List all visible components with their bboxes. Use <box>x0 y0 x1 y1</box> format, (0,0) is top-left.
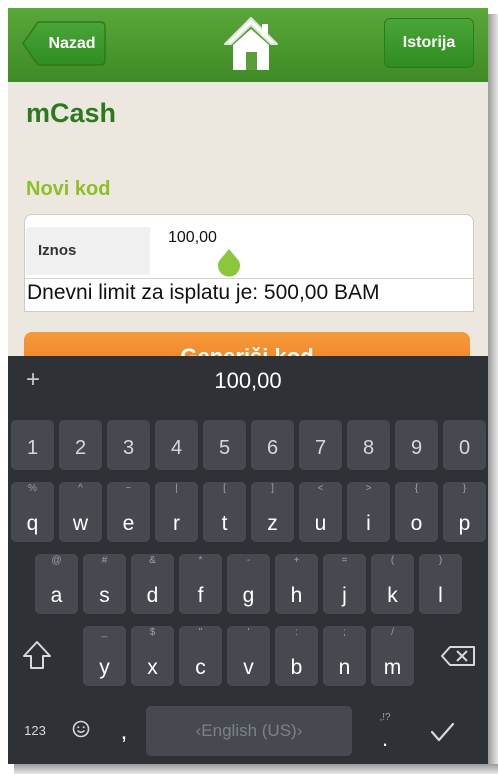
letter-row-1: % q ^ w ~ e | r [t ] z < u > i {o } p <box>8 482 488 542</box>
key-h[interactable]: + h <box>275 554 318 614</box>
emoji-icon[interactable] <box>66 714 96 744</box>
key-comma[interactable]: , <box>112 718 136 752</box>
text-cursor-handle[interactable] <box>215 249 243 279</box>
key-4[interactable]: 4 <box>155 420 198 470</box>
key-j[interactable]: = j <box>323 554 366 614</box>
back-button-label: Nazad <box>48 35 96 52</box>
period-label: . <box>381 726 389 751</box>
key-k[interactable]: (k <box>371 554 414 614</box>
shift-icon[interactable] <box>8 626 66 686</box>
letter-row-3: _ y $ x " c ' v :b ; n / m <box>8 626 488 686</box>
key-r[interactable]: | r <box>155 482 198 542</box>
period-alt-label: ,!? <box>379 712 391 723</box>
space-key-label: English (US) <box>201 721 297 740</box>
key-v[interactable]: ' v <box>227 626 270 686</box>
back-button[interactable]: Nazad <box>22 21 106 66</box>
key-o[interactable]: {o <box>395 482 438 542</box>
key-a[interactable]: @ a <box>35 554 78 614</box>
key-3[interactable]: 3 <box>107 420 150 470</box>
key-z[interactable]: ] z <box>251 482 294 542</box>
window-shadow-right <box>488 14 498 774</box>
header-bar: Nazad Istorija <box>8 8 488 82</box>
amount-label: Iznos <box>26 227 150 275</box>
key-y[interactable]: _ y <box>83 626 126 686</box>
key-123[interactable]: 123 <box>20 718 50 744</box>
keyboard-suggestion[interactable]: 100,00 <box>8 368 488 394</box>
key-period[interactable]: ,!? . <box>370 708 400 756</box>
key-9[interactable]: 9 <box>395 420 438 470</box>
keyboard-suggestion-bar: + 100,00 <box>8 356 488 408</box>
key-6[interactable]: 6 <box>251 420 294 470</box>
key-d[interactable]: & d <box>131 554 174 614</box>
key-t[interactable]: [t <box>203 482 246 542</box>
history-button[interactable]: Istorija <box>384 18 474 68</box>
key-i[interactable]: > i <box>347 482 390 542</box>
key-0[interactable]: 0 <box>443 420 486 470</box>
key-c[interactable]: " c <box>179 626 222 686</box>
key-1[interactable]: 1 <box>11 420 54 470</box>
key-b[interactable]: :b <box>275 626 318 686</box>
key-n[interactable]: ; n <box>323 626 366 686</box>
space-right-chevron-icon: › <box>296 721 303 740</box>
key-l[interactable]: ) l <box>419 554 462 614</box>
amount-row: Iznos 100,00 <box>25 215 475 279</box>
number-row: 1 2 3 4 5 6 7 8 9 0 <box>8 420 488 470</box>
key-2[interactable]: 2 <box>59 420 102 470</box>
home-icon[interactable] <box>220 12 282 76</box>
key-g[interactable]: -g <box>227 554 270 614</box>
space-key[interactable]: ‹English (US)› <box>146 706 352 756</box>
backspace-icon[interactable] <box>430 626 488 686</box>
soft-keyboard: + 100,00 1 2 3 4 5 6 7 8 9 0 % q ^ w ~ e | r… <box>8 356 488 764</box>
amount-input[interactable]: 100,00 <box>168 229 217 247</box>
key-x[interactable]: $ x <box>131 626 174 686</box>
key-8[interactable]: 8 <box>347 420 390 470</box>
page-title: mCash <box>26 98 117 128</box>
app-screen: Nazad Istorija mCash Novi kod Iznos 100,… <box>8 8 488 764</box>
letter-row-2: @ a # s & d * f -g + h = j (k ) l <box>8 554 488 614</box>
key-s[interactable]: # s <box>83 554 126 614</box>
checkmark-icon[interactable] <box>422 714 462 750</box>
key-e[interactable]: ~ e <box>107 482 150 542</box>
new-code-form: Iznos 100,00 Dnevni limit za isplatu je:… <box>24 214 475 312</box>
section-title: Novi kod <box>26 178 111 200</box>
key-5[interactable]: 5 <box>203 420 246 470</box>
daily-limit-text: Dnevni limit za isplatu je: 500,00 BAM <box>27 281 380 304</box>
key-m[interactable]: / m <box>371 626 414 686</box>
key-7[interactable]: 7 <box>299 420 342 470</box>
key-q[interactable]: % q <box>11 482 54 542</box>
window-shadow-bottom <box>14 764 498 774</box>
key-f[interactable]: * f <box>179 554 222 614</box>
key-p[interactable]: } p <box>443 482 486 542</box>
key-w[interactable]: ^ w <box>59 482 102 542</box>
key-u[interactable]: < u <box>299 482 342 542</box>
